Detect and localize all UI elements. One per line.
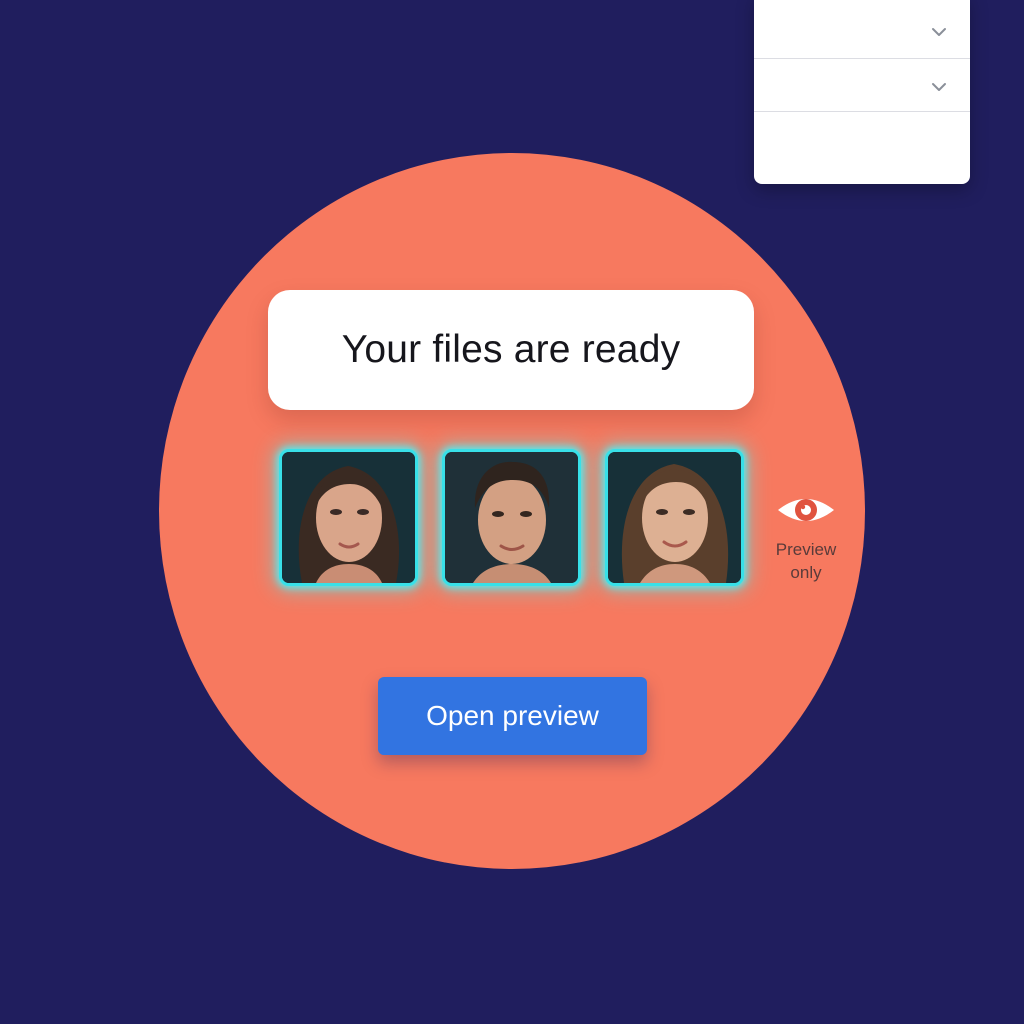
file-thumbnail[interactable] bbox=[279, 449, 418, 586]
chevron-down-icon[interactable] bbox=[926, 19, 952, 45]
portrait-photo bbox=[608, 452, 741, 583]
file-thumbnail[interactable] bbox=[605, 449, 744, 586]
preview-only-line1: Preview bbox=[775, 540, 837, 559]
portrait-photo bbox=[282, 452, 415, 583]
chevron-down-icon[interactable] bbox=[926, 74, 952, 100]
preview-only-line2: only bbox=[790, 563, 822, 582]
eye-icon bbox=[778, 499, 834, 521]
file-thumbnail[interactable] bbox=[442, 449, 581, 586]
status-title: Your files are ready bbox=[341, 328, 681, 371]
dropdown-divider bbox=[754, 111, 970, 112]
open-preview-button[interactable]: Open preview bbox=[378, 677, 647, 755]
dropdown-divider bbox=[754, 58, 970, 59]
portrait-photo bbox=[445, 452, 578, 583]
status-card: Your files are ready bbox=[268, 290, 754, 410]
preview-only-note: Preview only bbox=[766, 488, 846, 584]
